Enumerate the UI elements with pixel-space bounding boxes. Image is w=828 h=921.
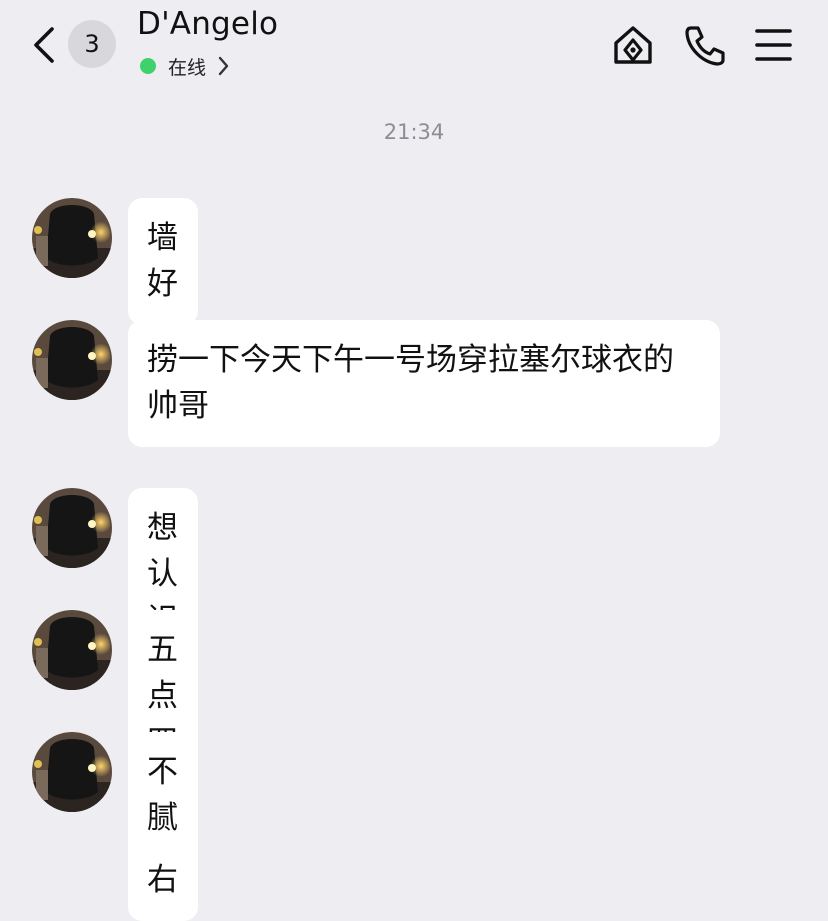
contact-name[interactable]: D'Angelo [137,6,278,42]
message-bubble[interactable]: 捞一下今天下午一号场穿拉塞尔球衣的帅哥 [128,320,720,447]
avatar[interactable] [32,488,112,568]
message-bubble[interactable]: 墙好 [128,198,198,325]
menu-icon[interactable] [752,23,796,67]
phone-icon[interactable] [683,23,727,67]
message-timestamp: 21:34 [383,120,445,144]
avatar[interactable] [32,610,112,690]
chat-header: 3 D'Angelo 在线 [0,0,828,92]
avatar[interactable] [32,320,112,400]
online-status[interactable]: 在线 [140,52,230,80]
status-text: 在线 [168,56,207,79]
chevron-right-icon [218,56,229,76]
home-icon[interactable] [611,23,655,67]
online-dot-icon [140,58,156,74]
avatar[interactable] [32,732,112,812]
chevron-left-icon[interactable] [28,24,62,66]
unread-count-badge[interactable]: 3 [68,20,116,68]
message-bubble[interactable]: 不腻 [128,732,198,859]
avatar[interactable] [32,198,112,278]
